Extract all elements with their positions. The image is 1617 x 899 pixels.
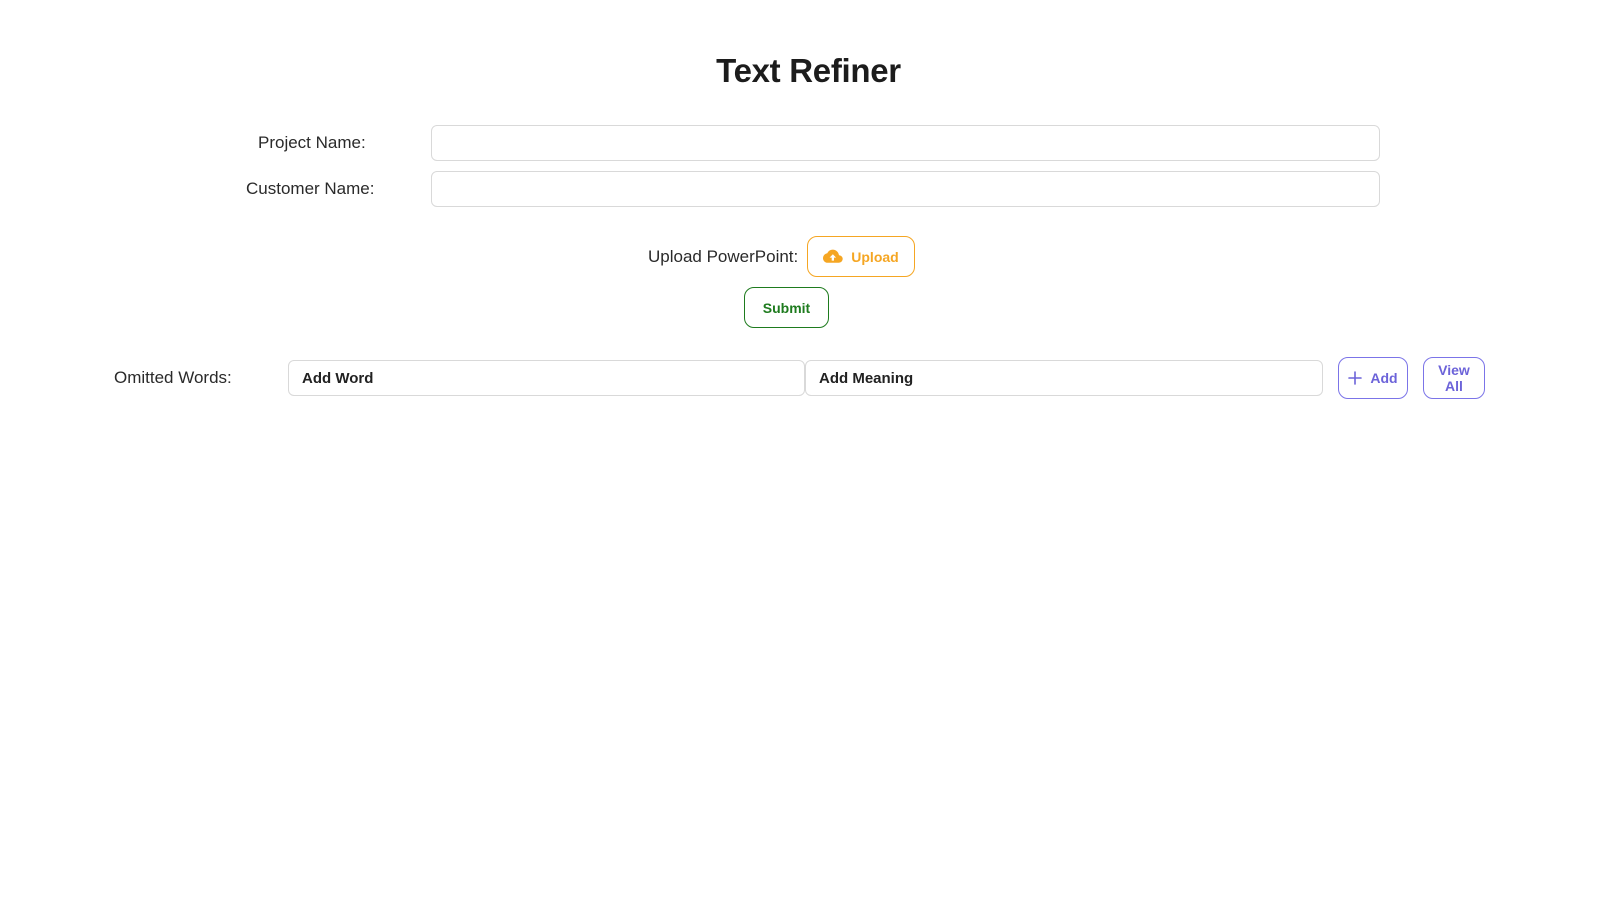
add-button-label: Add — [1370, 370, 1398, 386]
view-all-button[interactable]: View All — [1423, 357, 1485, 399]
page-title: Text Refiner — [716, 52, 901, 89]
upload-button[interactable]: Upload — [807, 236, 915, 277]
upload-button-label: Upload — [851, 248, 899, 265]
cloud-upload-icon — [823, 249, 843, 265]
submit-button-label: Submit — [762, 299, 811, 316]
add-omitted-word-button[interactable]: Add — [1338, 357, 1408, 399]
submit-button[interactable]: Submit — [744, 287, 829, 328]
customer-name-input[interactable] — [431, 171, 1380, 207]
add-meaning-input[interactable] — [805, 360, 1323, 396]
customer-name-label: Customer Name: — [246, 179, 375, 198]
project-name-input[interactable] — [431, 125, 1380, 161]
view-all-button-label: View All — [1438, 362, 1470, 394]
page: Text Refiner Project Name: Customer Name… — [0, 0, 1617, 899]
upload-powerpoint-label: Upload PowerPoint: — [648, 247, 799, 266]
project-name-label: Project Name: — [258, 133, 366, 152]
add-word-input[interactable] — [288, 360, 805, 396]
omitted-words-label: Omitted Words: — [114, 368, 232, 387]
plus-icon — [1348, 371, 1363, 385]
